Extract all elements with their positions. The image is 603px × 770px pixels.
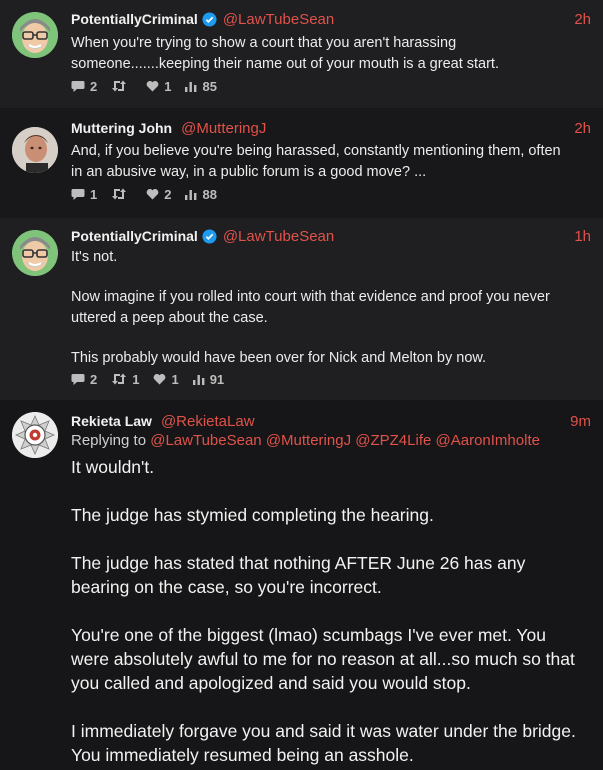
retweet-icon [112, 188, 127, 200]
tweet-text-line: This probably would have been over for N… [71, 350, 487, 366]
display-name[interactable]: PotentiallyCriminal [71, 228, 198, 244]
tweet-text: When you're trying to show a court that … [71, 33, 591, 75]
verified-badge-icon [202, 228, 217, 244]
mention-link[interactable]: @LawTubeSean [150, 432, 261, 449]
tweet-header: PotentiallyCriminal @LawTubeSean 1h [71, 226, 591, 246]
user-handle[interactable]: @MutteringJ [181, 120, 266, 137]
tweet-text: And, if you believe you're being harasse… [71, 141, 591, 183]
tweet-text-line: You're one of the biggest (lmao) scumbag… [71, 625, 546, 645]
like-count: 1 [164, 78, 172, 94]
view-count: 85 [202, 78, 217, 94]
verified-badge-icon [202, 11, 217, 27]
law-badge-logo-icon [12, 412, 58, 458]
tweet-text-line: When you're trying to show a court that … [71, 35, 457, 51]
tweet-text: It's not. Now imagine if you rolled into… [71, 247, 591, 369]
views-icon [185, 82, 197, 92]
view-count: 91 [209, 371, 225, 387]
avatar[interactable] [12, 412, 58, 458]
retweet-icon [112, 80, 127, 92]
tweet-header: Rekieta Law @RekietaLaw 9m [71, 411, 591, 431]
tweet-text-line: It wouldn't. [71, 457, 155, 477]
user-handle[interactable]: @LawTubeSean [223, 11, 334, 28]
view-count: 88 [202, 186, 217, 202]
tweet-header: Muttering John @MutteringJ 2h [71, 118, 591, 138]
heart-icon [146, 189, 159, 200]
tweet-actions: 1 2 88 [71, 185, 231, 203]
tweet-text-line: someone.......keeping their name out of … [71, 56, 499, 72]
reply-count: 2 [90, 78, 98, 94]
reply-icon [71, 373, 85, 385]
tweet[interactable]: PotentiallyCriminal @LawTubeSean 2h When… [0, 0, 603, 108]
reply-count: 1 [90, 186, 98, 202]
mention-link[interactable]: @MutteringJ [266, 432, 351, 449]
tweet-text-line: The judge has stymied completing the hea… [71, 505, 434, 525]
tweet-text-line: you called and apologized and said you w… [71, 673, 471, 693]
mention-link[interactable]: @ZPZ4Life [355, 432, 431, 449]
tweet-text-line: bearing on the case, so you're incorrect… [71, 577, 382, 597]
like-count: 1 [171, 371, 179, 387]
views-button[interactable]: 88 [185, 186, 217, 202]
reply-icon [71, 80, 85, 92]
tweet-text-line: Now imagine if you rolled into court wit… [71, 289, 550, 305]
views-icon [185, 190, 197, 200]
replying-to: Replying to @LawTubeSean @MutteringJ @ZP… [71, 432, 591, 449]
mention-link[interactable]: @AaronImholte [436, 432, 540, 449]
retweet-count: 1 [132, 371, 140, 387]
retweet-button[interactable] [111, 80, 132, 92]
timestamp[interactable]: 9m [570, 413, 591, 430]
like-button[interactable]: 1 [153, 371, 179, 387]
replying-to-label: Replying to [71, 432, 147, 449]
tweet-text-line: You immediately resumed being an asshole… [71, 745, 414, 765]
tweet-text-line: The judge has stated that nothing AFTER … [71, 553, 526, 573]
avatar[interactable] [12, 127, 58, 173]
views-button[interactable]: 91 [192, 371, 225, 387]
retweet-icon [112, 373, 127, 385]
display-name[interactable]: PotentiallyCriminal [71, 11, 198, 27]
avatar-photo-icon [12, 127, 58, 173]
tweet-actions: 2 1 1 91 [71, 370, 238, 388]
tweet-text-line: And, if you believe you're being harasse… [71, 143, 561, 159]
like-button[interactable]: 1 [146, 79, 171, 94]
tweet[interactable]: PotentiallyCriminal @LawTubeSean 1h It's… [0, 218, 603, 400]
tweet[interactable]: Rekieta Law @RekietaLaw 9m Replying to @… [0, 400, 603, 770]
tweet-text-line: in an abusive way, in a public forum is … [71, 164, 427, 180]
heart-icon [146, 81, 159, 92]
tweet-text-line: It's not. [71, 249, 118, 265]
reply-button[interactable]: 2 [71, 372, 97, 387]
views-icon [192, 375, 205, 385]
like-button[interactable]: 2 [146, 187, 171, 202]
tweet-text-line: uttered a peep about the case. [71, 310, 268, 326]
tweet-text-line: were absolutely awful to me for no reaso… [71, 649, 575, 669]
avatar[interactable] [12, 230, 58, 276]
tweet-actions: 2 1 85 [71, 77, 231, 95]
user-handle[interactable]: @RekietaLaw [161, 413, 255, 430]
reply-button[interactable]: 2 [71, 79, 97, 94]
avatar[interactable] [12, 12, 58, 58]
avatar-cartoon-icon [12, 230, 58, 276]
tweet[interactable]: Muttering John @MutteringJ 2h And, if yo… [0, 108, 603, 218]
heart-icon [154, 374, 166, 385]
avatar-cartoon-icon [12, 12, 58, 58]
tweet-text-line: I immediately forgave you and said it wa… [71, 721, 576, 741]
retweet-button[interactable]: 1 [111, 372, 139, 387]
timestamp[interactable]: 2h [574, 120, 591, 137]
tweet-header: PotentiallyCriminal @LawTubeSean 2h [71, 9, 591, 29]
like-count: 2 [164, 186, 172, 202]
display-name[interactable]: Rekieta Law [71, 413, 152, 429]
user-handle[interactable]: @LawTubeSean [223, 228, 334, 245]
reply-button[interactable]: 1 [71, 187, 97, 202]
timestamp[interactable]: 1h [574, 228, 591, 245]
views-button[interactable]: 85 [185, 78, 217, 94]
tweet-text: It wouldn't. The judge has stymied compl… [71, 455, 593, 767]
reply-icon [71, 188, 85, 200]
timestamp[interactable]: 2h [574, 11, 591, 28]
retweet-button[interactable] [111, 188, 132, 200]
reply-count: 2 [90, 371, 98, 387]
display-name[interactable]: Muttering John [71, 120, 172, 136]
